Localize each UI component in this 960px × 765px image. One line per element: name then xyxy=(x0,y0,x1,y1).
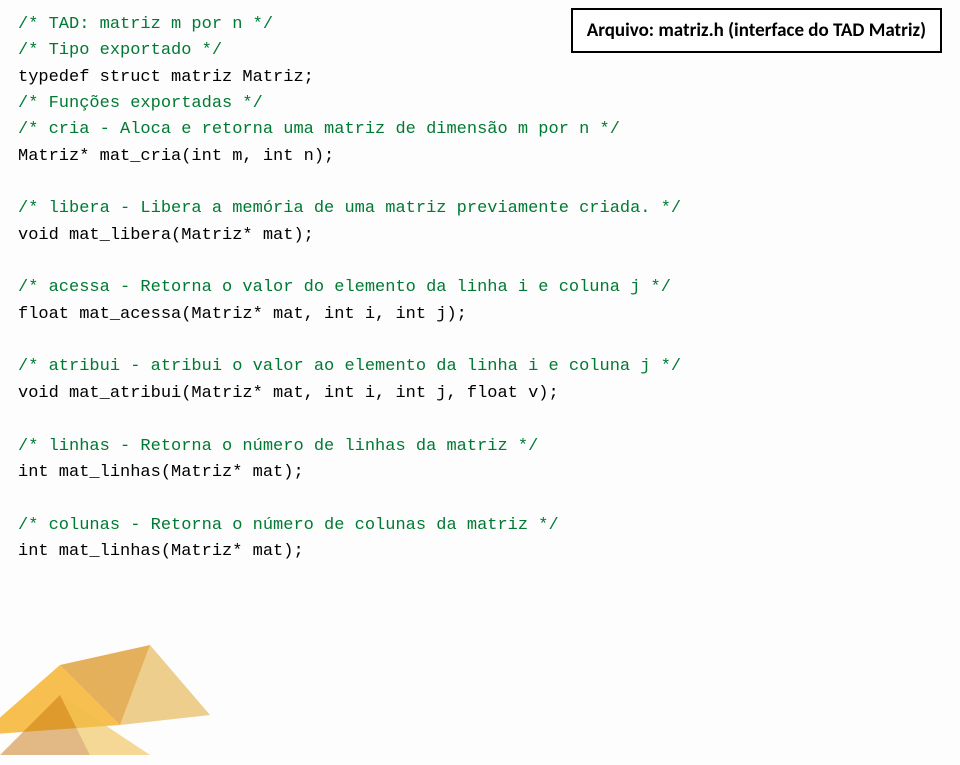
code-comment: /* linhas - Retorna o número de linhas d… xyxy=(18,437,538,456)
code-block: /* TAD: matriz m por n */ /* Tipo export… xyxy=(18,12,940,565)
code-line: Matriz* mat_cria(int m, int n); xyxy=(18,147,334,166)
code-line: int mat_linhas(Matriz* mat); xyxy=(18,542,304,561)
code-comment: /* Funções exportadas */ xyxy=(18,94,263,113)
code-line: float mat_acessa(Matriz* mat, int i, int… xyxy=(18,305,467,324)
code-comment: /* cria - Aloca e retorna uma matriz de … xyxy=(18,120,620,139)
code-comment: /* Tipo exportado */ xyxy=(18,41,222,60)
code-line: void mat_atribui(Matriz* mat, int i, int… xyxy=(18,384,559,403)
code-comment: /* atribui - atribui o valor ao elemento… xyxy=(18,357,681,376)
code-comment: /* acessa - Retorna o valor do elemento … xyxy=(18,278,671,297)
code-line: void mat_libera(Matriz* mat); xyxy=(18,226,314,245)
code-comment: /* libera - Libera a memória de uma matr… xyxy=(18,199,681,218)
code-comment: /* TAD: matriz m por n */ xyxy=(18,15,273,34)
code-comment: /* colunas - Retorna o número de colunas… xyxy=(18,516,559,535)
code-line: int mat_linhas(Matriz* mat); xyxy=(18,463,304,482)
code-line: typedef struct matriz Matriz; xyxy=(18,68,314,87)
